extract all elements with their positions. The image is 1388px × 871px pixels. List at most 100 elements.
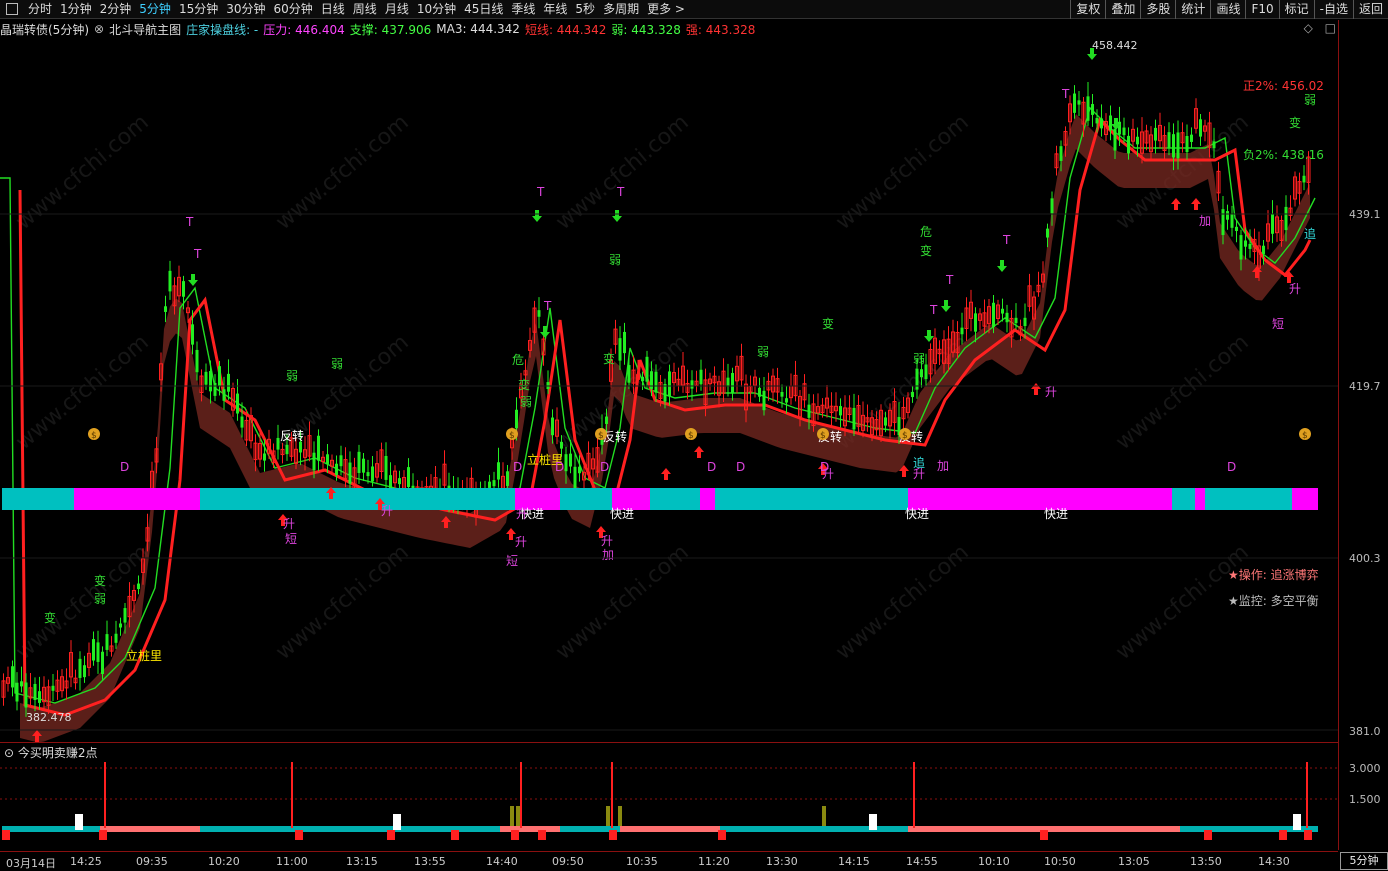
candle-body (326, 454, 329, 464)
chart-signal-label: 快进 (1044, 507, 1068, 521)
chart-signal-label: 升 (381, 504, 393, 518)
toolbar-button[interactable]: 复权 (1070, 0, 1105, 19)
price-label: 400.3 (1349, 552, 1381, 565)
white-block (393, 814, 401, 830)
candle-body (1226, 211, 1229, 220)
candle-body (884, 417, 887, 426)
white-block (869, 814, 877, 830)
chart-signal-label: 变 (920, 243, 932, 258)
period-tab[interactable]: 30分钟 (222, 0, 269, 19)
signal-spike (291, 762, 293, 828)
sub-indicator-chart[interactable] (0, 756, 1338, 851)
candle-body (731, 372, 734, 394)
chart-signal-label: 升 (1289, 282, 1301, 296)
candle-body (1077, 100, 1081, 105)
candle-body (285, 444, 289, 455)
candle-body (83, 665, 86, 678)
candle-body (384, 455, 388, 480)
candle-body (785, 398, 788, 403)
status-strip-segment (200, 488, 222, 510)
indicator-info-bar: 晶瑞转债(5分钟) ⊗ 北斗导航主图 庄家操盘线: - 压力: 446.404 … (0, 20, 1338, 38)
status-strip-segment (1195, 488, 1205, 510)
chart-signal-label: T (543, 299, 552, 313)
period-indicator[interactable]: 5分钟 (1340, 852, 1388, 870)
toolbar-button[interactable]: 返回 (1352, 0, 1388, 19)
toolbar-button[interactable]: 叠加 (1105, 0, 1140, 19)
sub-strip-segment (100, 826, 200, 832)
period-tab[interactable]: 45日线 (460, 0, 507, 19)
period-tab[interactable]: 5秒 (571, 0, 599, 19)
toolbar-button[interactable]: F10 (1245, 0, 1278, 19)
time-label: 10:35 (626, 855, 658, 868)
trend-band (20, 114, 1310, 742)
olive-bar (510, 806, 514, 826)
diamond-icon[interactable]: ◇ (1304, 21, 1313, 35)
candle-body (182, 281, 185, 297)
period-tab[interactable]: 周线 (349, 0, 381, 19)
candle-body (699, 369, 703, 385)
period-tab[interactable]: 年线 (539, 0, 571, 19)
period-tab[interactable]: 5分钟 (135, 0, 175, 19)
period-tab[interactable]: 1分钟 (56, 0, 96, 19)
candle-body (618, 338, 622, 361)
indicator-subline: 庄家操盘线: - (186, 22, 259, 37)
time-label: 14:40 (486, 855, 518, 868)
period-tab[interactable]: 季线 (507, 0, 539, 19)
toolbar-button[interactable]: 多股 (1140, 0, 1175, 19)
money-bag-glyph: $ (509, 431, 515, 441)
indicator-name[interactable]: 北斗导航主图 (109, 21, 181, 38)
candle-body (263, 453, 266, 461)
toolbar-button[interactable]: 画线 (1210, 0, 1245, 19)
sub-strip-segment (2, 826, 100, 832)
candle-body (560, 441, 563, 449)
period-tab[interactable]: 更多 > (643, 0, 689, 19)
toolbar-button[interactable]: -自选 (1313, 0, 1353, 19)
short-value: 短线: 444.342 (524, 22, 607, 37)
up-arrow-icon (1191, 198, 1201, 210)
candle-body (1185, 135, 1189, 153)
down-arrow-icon (612, 210, 622, 222)
candle-body (1176, 132, 1180, 159)
candle-body (515, 409, 518, 429)
chart-signal-label: 弱 (609, 253, 621, 267)
candle-body (960, 327, 964, 335)
period-tab[interactable]: 日线 (317, 0, 349, 19)
chart-signal-label: 弱 (1304, 93, 1316, 107)
period-tab[interactable]: 多周期 (599, 0, 643, 19)
candle-body (312, 452, 316, 471)
candle-body (38, 691, 41, 703)
chart-signal-label: 反转 (280, 428, 304, 443)
period-tab[interactable]: 分时 (24, 0, 56, 19)
period-tab[interactable]: 60分钟 (270, 0, 317, 19)
candle-body (317, 435, 320, 461)
top-toolbar: 分时 1分钟 2分钟 5分钟 15分钟 30分钟 60分钟 日线 周线 月线 10分钟 45日线 季线年… (0, 0, 1388, 19)
money-bag-glyph: $ (688, 431, 694, 441)
window-menu-icon[interactable] (6, 3, 18, 15)
square-icon[interactable]: □ (1325, 21, 1336, 35)
period-tab[interactable]: 月线 (381, 0, 413, 19)
candle-body (663, 384, 667, 402)
period-tab[interactable]: 2分钟 (96, 0, 136, 19)
time-label: 10:20 (208, 855, 240, 868)
period-tab[interactable]: 15分钟 (175, 0, 222, 19)
toolbar-button[interactable]: 标记 (1278, 0, 1314, 19)
sub-axis-label: 1.500 (1349, 793, 1381, 806)
price-label: 419.7 (1349, 380, 1381, 393)
period-tab[interactable]: 10分钟 (413, 0, 460, 19)
red-marker (295, 830, 303, 840)
chart-signal-label: 升 (516, 507, 528, 521)
up-arrow-icon (1171, 198, 1181, 210)
candle-body (780, 392, 784, 397)
candle-body (1005, 312, 1009, 323)
candlestick-chart[interactable]: 立桩里立桩里反转 反转 反转 反转快进 快进 快进 快进变弱危升短 加追TD变弱弱弱变危变变弱… (0, 38, 1338, 742)
candle-body (96, 642, 100, 662)
toolbar-button[interactable]: 统计 (1175, 0, 1210, 19)
candle-body (911, 391, 914, 398)
red-marker (1304, 830, 1312, 840)
price-label: 381.0 (1349, 725, 1381, 738)
candle-body (569, 453, 572, 467)
chart-signal-label: 短 (1272, 317, 1284, 331)
close-indicator-icon[interactable]: ⊗ (94, 22, 104, 36)
signal-spike (104, 762, 106, 828)
toolbar-right-buttons: 复权 叠加 多股 统计 画线 F10 标记 -自选 返回 (1070, 0, 1388, 19)
